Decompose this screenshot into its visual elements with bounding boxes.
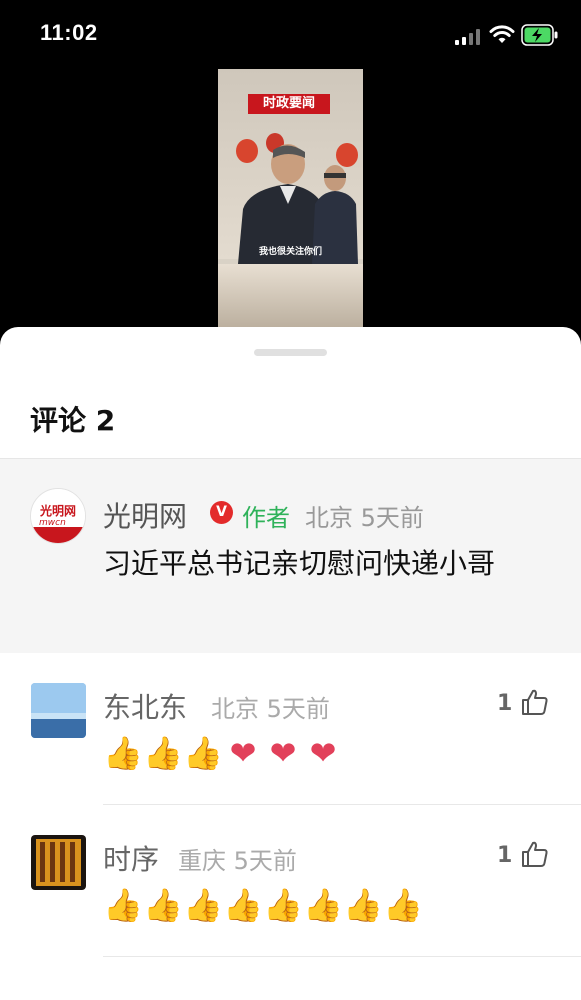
thumbs-up-emoji-icon: 👍 <box>103 734 143 772</box>
thumbs-up-emoji-icon: 👍 <box>103 886 143 924</box>
thumbs-up-emoji-icon: 👍 <box>263 886 303 924</box>
thumbs-up-emoji-icon: 👍 <box>183 886 223 924</box>
thumbs-up-emoji-icon: 👍 <box>303 886 343 924</box>
author-tag: 作者 <box>242 504 290 532</box>
calligraphy-avatar-icon <box>31 835 86 890</box>
status-time: 11:02 <box>40 20 98 45</box>
video-banner: 时政要闻 <box>248 94 330 114</box>
thumbs-up-emoji-icon: 👍 <box>383 886 423 924</box>
svg-text:mwcn: mwcn <box>39 518 66 528</box>
comment-item[interactable]: 时序 重庆 5天前 1 👍 👍 👍 👍 👍 👍 👍 👍 <box>0 805 581 957</box>
screen: 11:02 时政要闻 我也很关注你们 评论 2 光明网 mwcn 光明网 V 作… <box>0 0 581 1000</box>
comment-item[interactable]: 东北东 北京 5天前 1 👍 👍 👍 ❤ ❤ ❤ <box>0 653 581 805</box>
author-avatar[interactable]: 光明网 mwcn <box>30 488 86 544</box>
seascape-avatar-icon <box>31 683 86 738</box>
like-count: 1 <box>497 843 513 868</box>
thumbs-up-emoji-icon: 👍 <box>143 734 183 772</box>
commenter-name[interactable]: 东北东 <box>103 686 187 726</box>
comment-emoji-row: 👍 👍 👍 ❤ ❤ ❤ <box>103 733 343 773</box>
thumbs-up-emoji-icon: 👍 <box>183 734 223 772</box>
thumbs-up-emoji-icon: 👍 <box>143 886 183 924</box>
comment-meta: 北京 5天前 <box>305 504 424 532</box>
user-avatar[interactable] <box>31 835 86 890</box>
comment-text: 习近平总书记亲切慰问快递小哥 <box>103 547 496 580</box>
author-comment[interactable]: 光明网 mwcn 光明网 V 作者 北京 5天前 习近平总书记亲切慰问快递小哥 <box>0 458 581 653</box>
heart-emoji-icon: ❤ <box>229 734 257 772</box>
comment-meta: 北京 5天前 <box>211 695 330 723</box>
heart-emoji-icon: ❤ <box>269 734 297 772</box>
guangming-logo-icon: 光明网 mwcn <box>31 489 85 543</box>
comment-meta: 重庆 5天前 <box>178 847 297 875</box>
status-bar: 11:02 <box>0 0 581 70</box>
comments-sheet: 评论 2 光明网 mwcn 光明网 V 作者 北京 5天前 习近平总书记亲切慰问… <box>0 327 581 1000</box>
like-count: 1 <box>497 691 513 716</box>
heart-emoji-icon: ❤ <box>309 734 337 772</box>
svg-text:光明网: 光明网 <box>39 503 76 518</box>
thumbs-up-icon[interactable] <box>520 839 550 869</box>
verified-icon: V <box>210 501 233 524</box>
divider <box>103 956 581 957</box>
wifi-icon <box>489 25 515 43</box>
commenter-name[interactable]: 时序 <box>103 838 159 878</box>
sheet-drag-handle[interactable] <box>254 349 327 356</box>
thumbs-up-emoji-icon: 👍 <box>223 886 263 924</box>
thumbs-up-emoji-icon: 👍 <box>343 886 383 924</box>
video-caption: 我也很关注你们 <box>258 247 322 257</box>
user-avatar[interactable] <box>31 683 86 738</box>
comments-title: 评论 2 <box>30 404 116 437</box>
comment-emoji-row: 👍 👍 👍 👍 👍 👍 👍 👍 <box>103 885 423 925</box>
battery-charging-icon <box>521 24 558 46</box>
video-thumbnail[interactable]: 时政要闻 我也很关注你们 <box>218 69 363 331</box>
author-name[interactable]: 光明网 <box>103 495 187 535</box>
thumbs-up-icon[interactable] <box>520 687 550 717</box>
cellular-signal-icon <box>455 27 481 45</box>
